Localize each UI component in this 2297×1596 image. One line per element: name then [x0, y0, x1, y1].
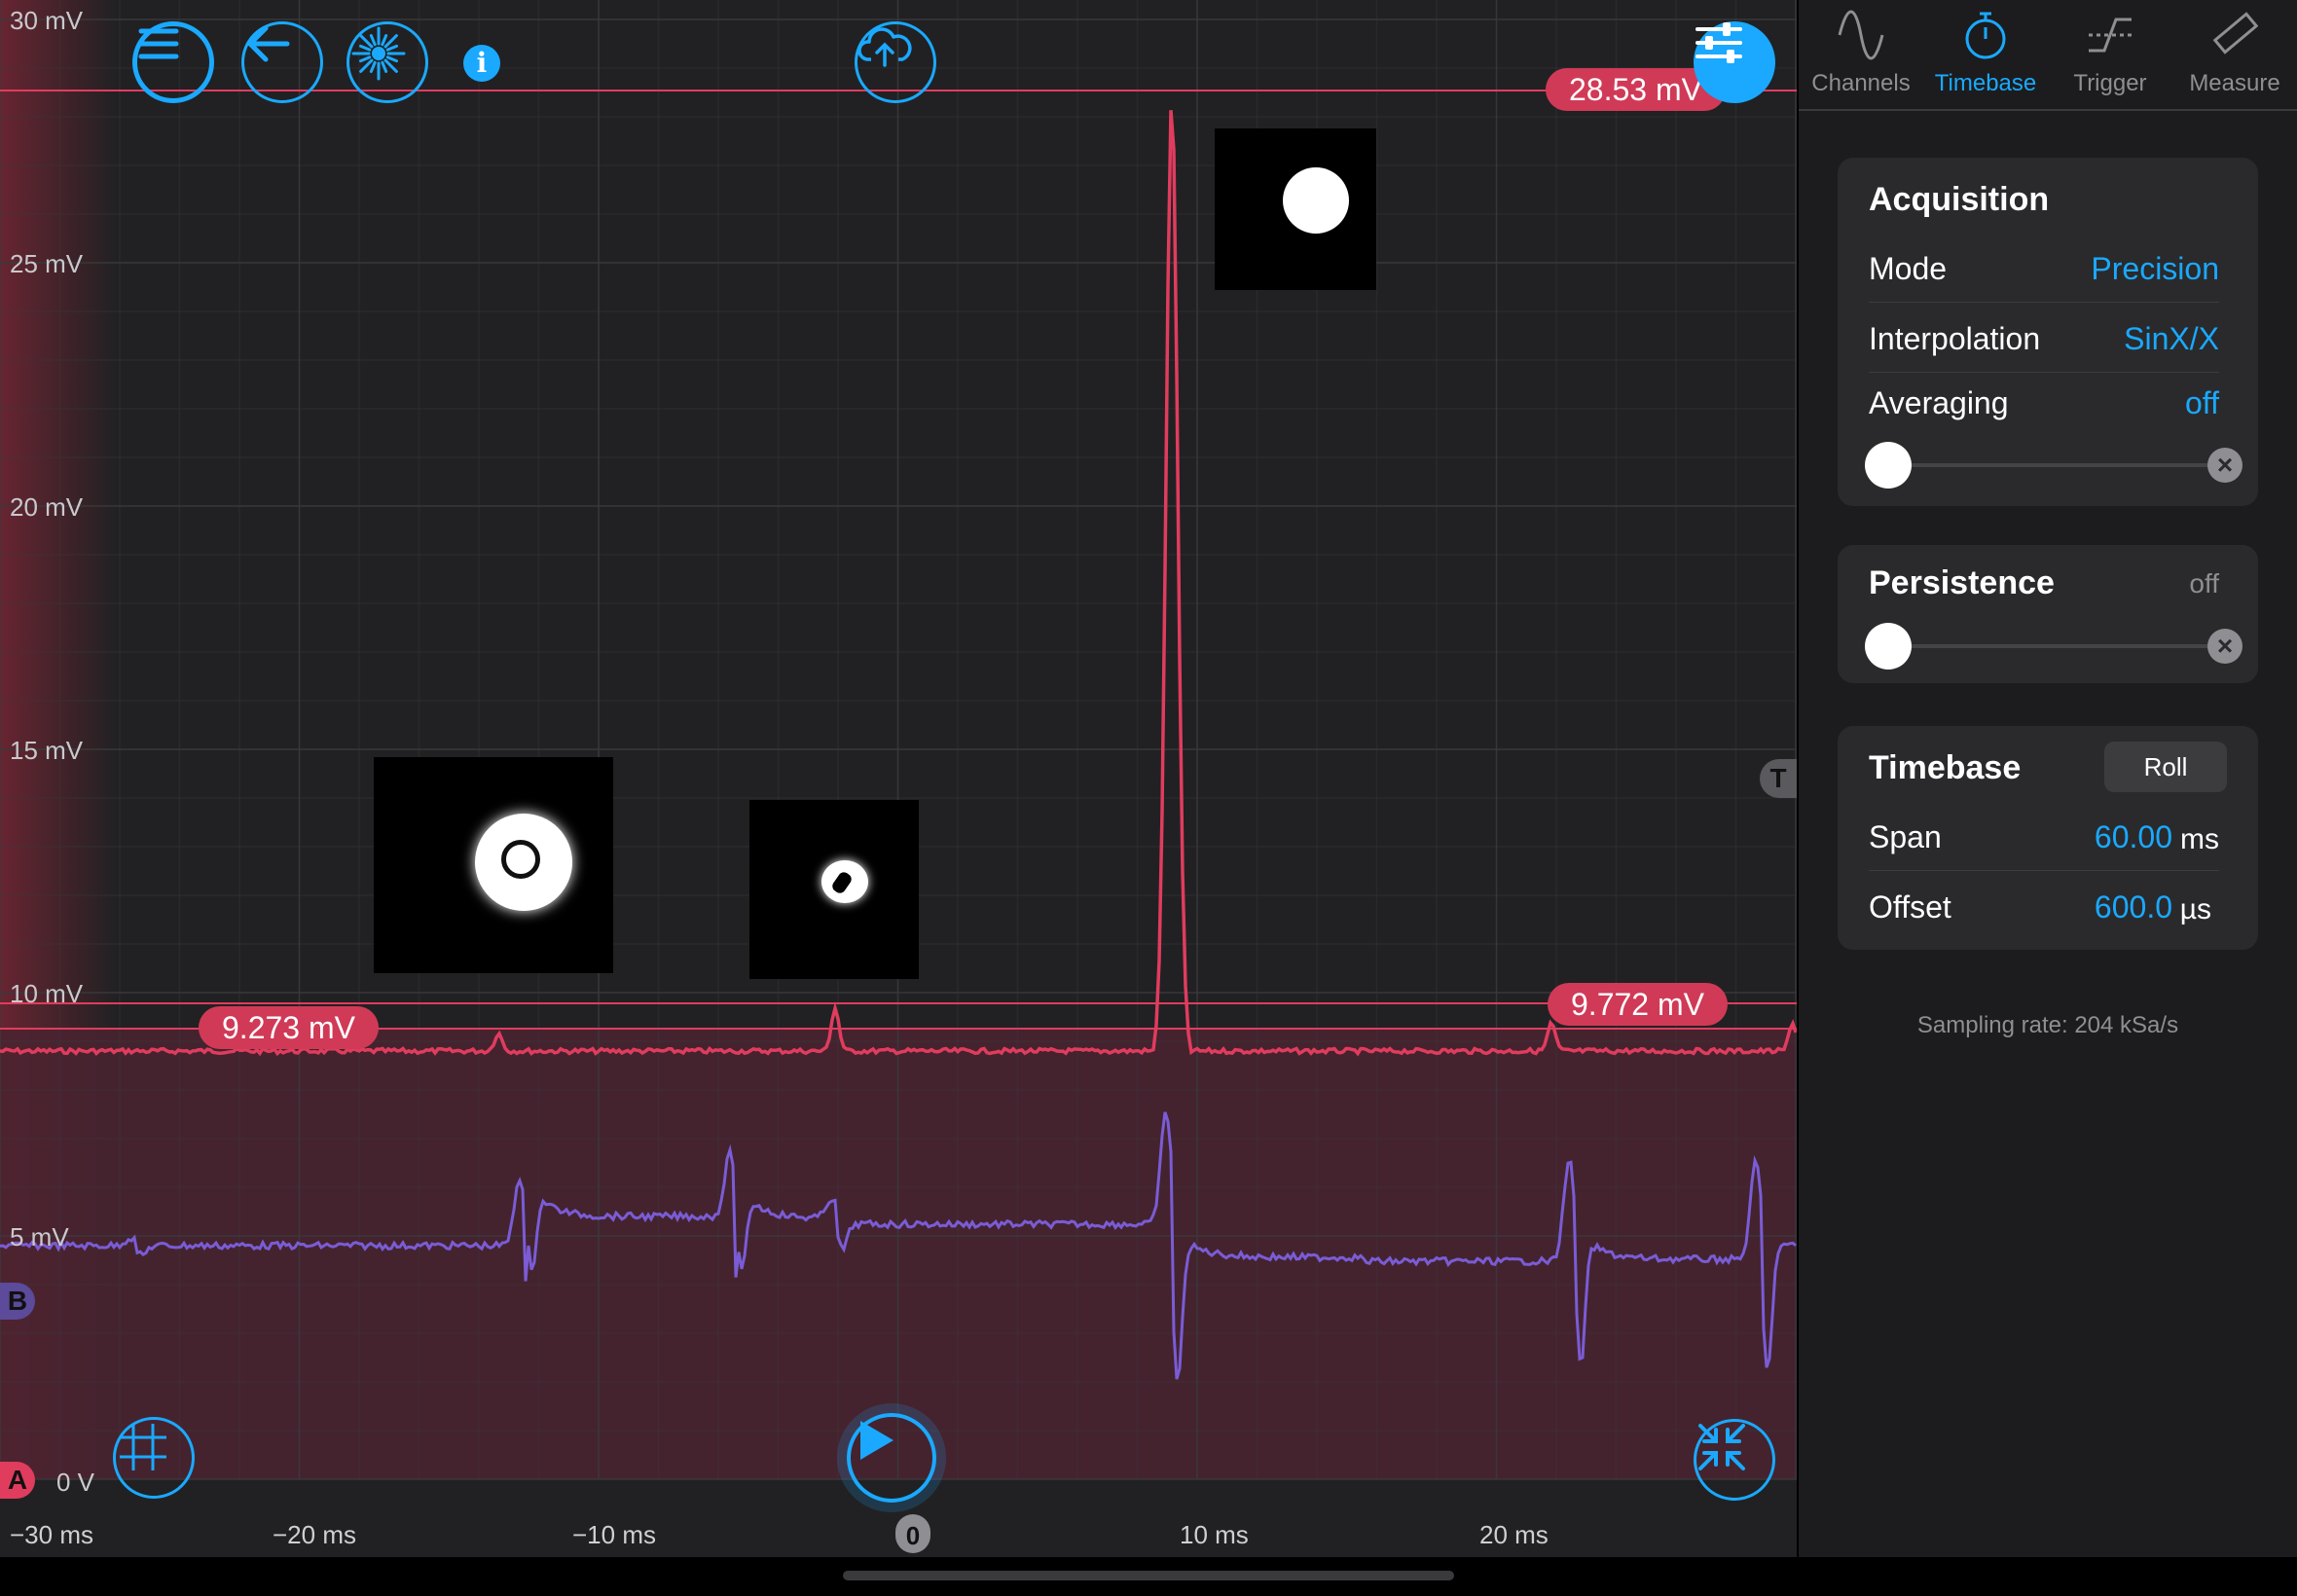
close-icon: ×	[2216, 631, 2234, 661]
persistence-card: Persistence off ×	[1838, 545, 2258, 683]
tab-measure[interactable]: Measure	[2172, 0, 2297, 109]
averaging-label: Averaging	[1869, 385, 2009, 420]
y-tick-label: 15 mV	[10, 736, 84, 765]
annotation-image	[1215, 128, 1376, 290]
burst-button[interactable]	[346, 21, 428, 103]
info-icon: i	[476, 47, 488, 79]
ruler-icon	[2212, 12, 2258, 54]
home-indicator	[843, 1571, 1454, 1580]
tab-label: Trigger	[2073, 70, 2147, 96]
slider-knob[interactable]	[1865, 442, 1912, 489]
y-tick-label: 0 V	[56, 1468, 95, 1497]
mode-value[interactable]: Precision	[2091, 251, 2219, 287]
averaging-clear-button[interactable]: ×	[2207, 448, 2242, 483]
info-button[interactable]: i	[463, 45, 500, 82]
averaging-row: Averaging off	[1869, 374, 2219, 428]
annotation-image	[749, 800, 919, 979]
shrink-button[interactable]	[1694, 1419, 1775, 1501]
grid-icon	[120, 1424, 166, 1470]
offset-row[interactable]: Offset 600.0 µs	[1869, 872, 2219, 940]
sampling-rate: Sampling rate: 204 kSa/s	[1916, 1012, 2179, 1038]
stopwatch-icon	[1965, 12, 2006, 59]
offset-value[interactable]: 600.0	[2095, 889, 2172, 925]
x-tick-label: 10 ms	[1180, 1520, 1249, 1549]
span-value[interactable]: 60.00	[2095, 819, 2172, 855]
settings-button[interactable]	[1694, 21, 1775, 103]
settings-panel: Channels Timebase Trigger Measure Acquis…	[1799, 0, 2297, 1557]
close-icon: ×	[2216, 450, 2234, 480]
sine-wave-icon	[1838, 10, 1884, 60]
span-row[interactable]: Span 60.00 ms	[1869, 802, 2219, 871]
timebase-title: Timebase	[1869, 749, 2022, 786]
offset-unit: µs	[2179, 893, 2211, 925]
persistence-slider[interactable]	[1865, 621, 2215, 671]
play-button[interactable]	[847, 1413, 936, 1503]
mode-row[interactable]: Mode Precision	[1869, 234, 2219, 303]
back-arrow-icon	[247, 25, 290, 62]
timebase-card: Timebase Roll Span 60.00 ms Offset 600.0…	[1838, 726, 2258, 950]
interpolation-label: Interpolation	[1869, 321, 2041, 356]
persistence-clear-button[interactable]: ×	[2207, 629, 2242, 664]
slider-knob[interactable]	[1865, 623, 1912, 670]
x-tick-label: −10 ms	[572, 1520, 656, 1549]
span-label: Span	[1869, 819, 1942, 854]
x-tick-label: 20 ms	[1479, 1520, 1549, 1549]
cloud-upload-icon	[857, 27, 912, 67]
y-tick-label: 25 mV	[10, 249, 84, 278]
panel-tabs: Channels Timebase Trigger Measure	[1799, 0, 2297, 111]
plot-canvas[interactable]	[0, 0, 1797, 1557]
back-button[interactable]	[241, 21, 323, 103]
persistence-value: off	[2189, 568, 2219, 598]
averaging-slider[interactable]	[1865, 440, 2215, 490]
y-tick-label: 20 mV	[10, 492, 84, 522]
averaging-value: off	[2185, 385, 2219, 420]
play-icon	[860, 1421, 893, 1460]
slider-track	[1888, 644, 2215, 648]
roll-button[interactable]: Roll	[2104, 742, 2227, 792]
settings-sliders-icon	[1695, 22, 1742, 63]
tab-trigger[interactable]: Trigger	[2048, 0, 2172, 109]
offset-label: Offset	[1869, 889, 1951, 925]
interpolation-value[interactable]: SinX/X	[2124, 321, 2219, 357]
slider-track	[1888, 463, 2215, 467]
tab-channels[interactable]: Channels	[1799, 0, 1923, 109]
menu-icon	[138, 28, 179, 59]
trigger-edge-icon	[2089, 18, 2132, 53]
persistence-title: Persistence	[1869, 564, 2055, 601]
y-tick-label: 10 mV	[10, 979, 84, 1008]
tab-timebase[interactable]: Timebase	[1923, 0, 2048, 109]
cloud-upload-button[interactable]	[855, 21, 936, 103]
acquisition-title: Acquisition	[1869, 181, 2050, 218]
acquisition-card: Acquisition Mode Precision Interpolation…	[1838, 158, 2258, 506]
y-tick-label: 30 mV	[10, 6, 84, 35]
y-tick-label: 5 mV	[10, 1222, 69, 1251]
x-tick-label: −30 ms	[10, 1520, 93, 1549]
mode-label: Mode	[1869, 251, 1948, 286]
x-tick-label: −20 ms	[273, 1520, 356, 1549]
annotation-image	[374, 757, 613, 973]
scope-display[interactable]: 30 mV 25 mV 20 mV 15 mV 10 mV 5 mV 0 V −…	[0, 0, 1797, 1557]
span-unit: ms	[2180, 823, 2219, 855]
cursor-value-right[interactable]: 9.772 mV	[1548, 983, 1728, 1026]
tab-label: Measure	[2189, 70, 2280, 96]
burst-icon	[351, 26, 406, 81]
menu-button[interactable]	[132, 21, 214, 103]
shrink-icon	[1698, 1424, 1745, 1470]
tab-label: Channels	[1811, 70, 1911, 96]
time-zero-marker[interactable]: 0	[895, 1514, 930, 1553]
grid-button[interactable]	[113, 1417, 195, 1499]
tab-label: Timebase	[1934, 70, 2037, 96]
interpolation-row[interactable]: Interpolation SinX/X	[1869, 304, 2219, 373]
trigger-marker[interactable]: T	[1760, 759, 1797, 798]
cursor-value-left[interactable]: 9.273 mV	[199, 1006, 379, 1049]
